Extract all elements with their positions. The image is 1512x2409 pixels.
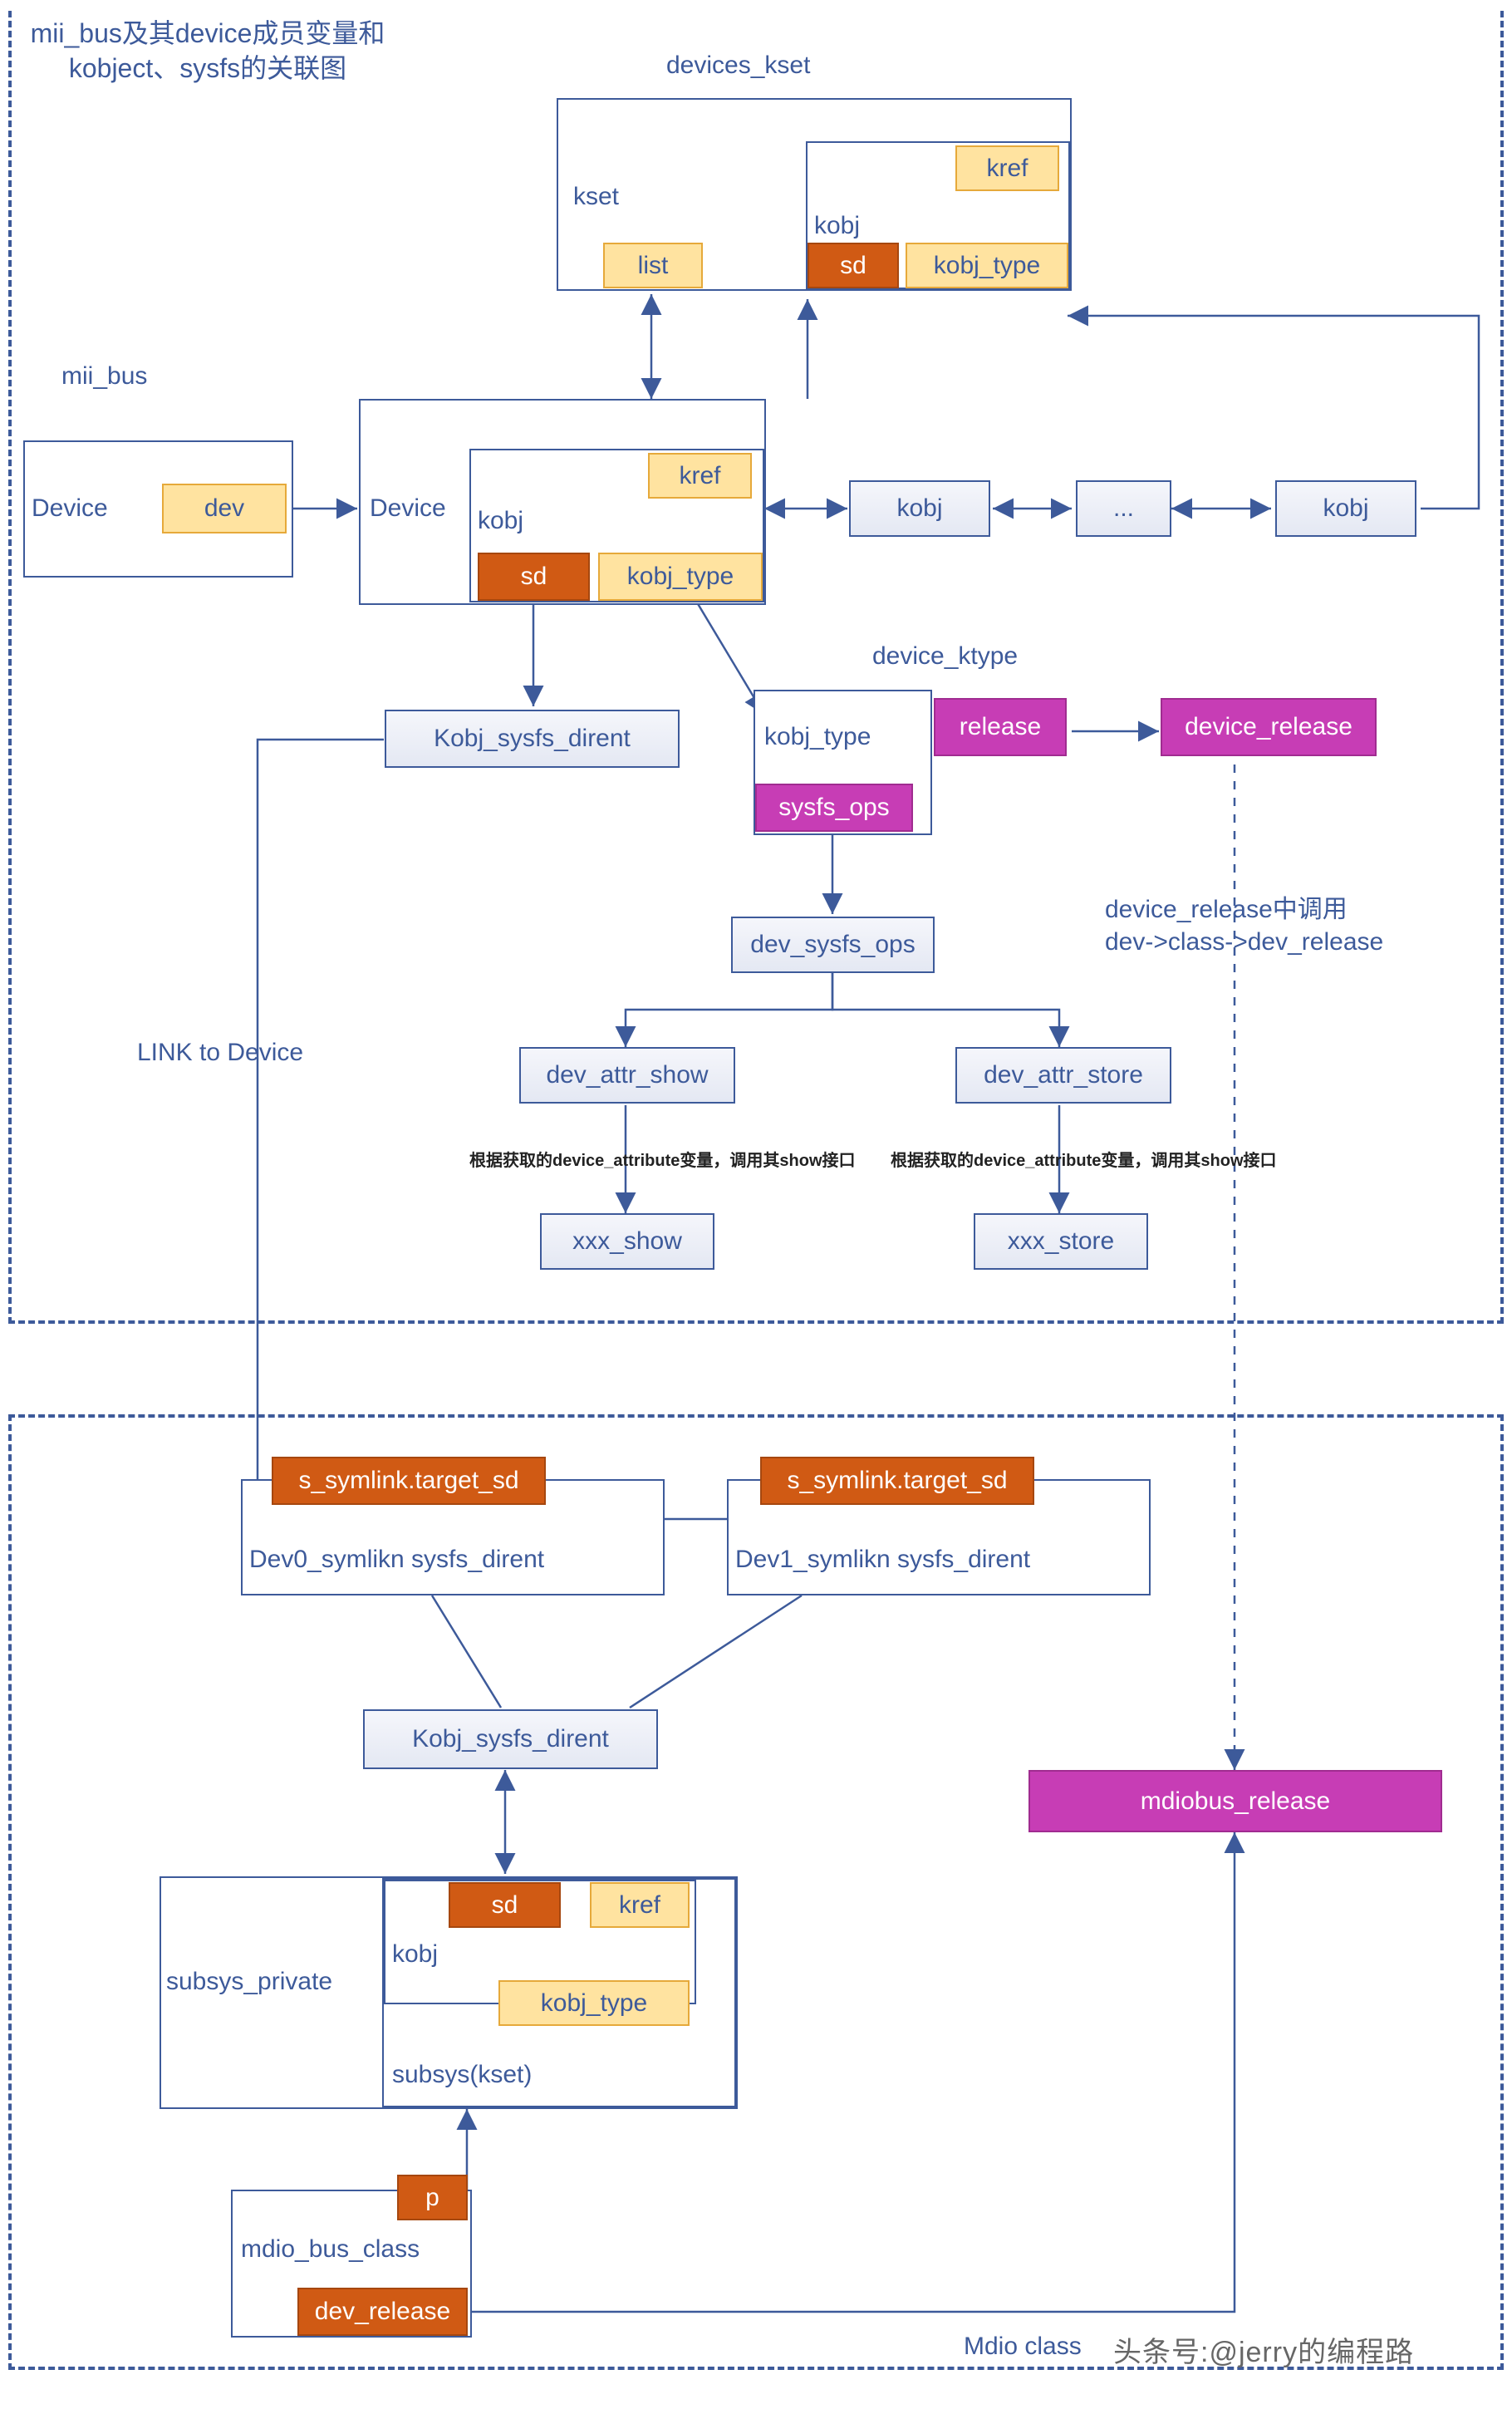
devices-kset-title: devices_kset — [666, 52, 810, 80]
list-cell: list — [603, 243, 703, 288]
kobj-chain-ellipsis: ... — [1076, 480, 1171, 537]
top-kobj-label: kobj — [814, 212, 860, 240]
mid-kobjtype-cell: kobj_type — [598, 553, 763, 601]
mii-bus-label: mii_bus — [61, 362, 147, 391]
device-release-cell: device_release — [1161, 698, 1377, 756]
p-cell: p — [397, 2175, 468, 2220]
subsys-kref-cell: kref — [590, 1882, 690, 1928]
dev0-symlink-label: Dev0_symlikn sysfs_dirent — [249, 1546, 544, 1574]
attr-note-right: 根据获取的device_attribute变量，调用其show接口 — [891, 1147, 1277, 1171]
sysfs-ops-cell: sysfs_ops — [755, 784, 913, 832]
s-symlink-target1: s_symlink.target_sd — [760, 1457, 1034, 1505]
dev-sysfs-ops: dev_sysfs_ops — [731, 917, 935, 973]
device-ktype-label: device_ktype — [872, 642, 1018, 671]
mid-kref-cell: kref — [648, 453, 752, 499]
subsys-sd-cell: sd — [449, 1882, 561, 1928]
mdiobus-release: mdiobus_release — [1028, 1770, 1442, 1832]
kt-kobj-type-label: kobj_type — [764, 723, 871, 751]
subsys-kobjtype-cell: kobj_type — [498, 1980, 690, 2026]
top-kref-cell: kref — [955, 145, 1059, 191]
dev-release-cell: dev_release — [297, 2288, 468, 2336]
xxx-store: xxx_store — [974, 1213, 1148, 1270]
subsys-kset-label: subsys(kset) — [392, 2061, 532, 2089]
watermark: 头条号:@jerry的编程路 — [1113, 2329, 1414, 2370]
dev-cell: dev — [162, 484, 287, 533]
attr-note-left: 根据获取的device_attribute变量，调用其show接口 — [469, 1147, 856, 1171]
kset-label: kset — [573, 183, 619, 211]
subsys-kobj-label: kobj — [392, 1940, 438, 1969]
kobj-sysfs-dirent-bottom: Kobj_sysfs_dirent — [363, 1709, 658, 1769]
mdio-class-caption: Mdio class — [964, 2333, 1082, 2361]
xxx-show: xxx_show — [540, 1213, 714, 1270]
top-kobjtype-cell: kobj_type — [906, 243, 1068, 288]
mid-device-label: Device — [370, 494, 446, 523]
s-symlink-target0: s_symlink.target_sd — [272, 1457, 546, 1505]
subsys-private-label: subsys_private — [166, 1968, 332, 1996]
release-cell: release — [934, 698, 1067, 756]
mdio-bus-class-label: mdio_bus_class — [241, 2235, 420, 2264]
dev1-symlink-label: Dev1_symlikn sysfs_dirent — [735, 1546, 1030, 1574]
kobj-sysfs-dirent-mid: Kobj_sysfs_dirent — [385, 710, 680, 768]
left-device-label: Device — [32, 494, 108, 523]
kobj-chain-2: kobj — [1275, 480, 1416, 537]
dev-attr-show: dev_attr_show — [519, 1047, 735, 1104]
release-note: device_release中调用 dev->class->dev_releas… — [1105, 893, 1383, 958]
mid-sd-cell: sd — [478, 553, 590, 601]
link-to-device: LINK to Device — [137, 1039, 303, 1067]
mid-kobj-label: kobj — [478, 507, 523, 535]
kobj-chain-1: kobj — [849, 480, 990, 537]
top-sd-cell: sd — [808, 243, 899, 288]
dev-attr-store: dev_attr_store — [955, 1047, 1171, 1104]
